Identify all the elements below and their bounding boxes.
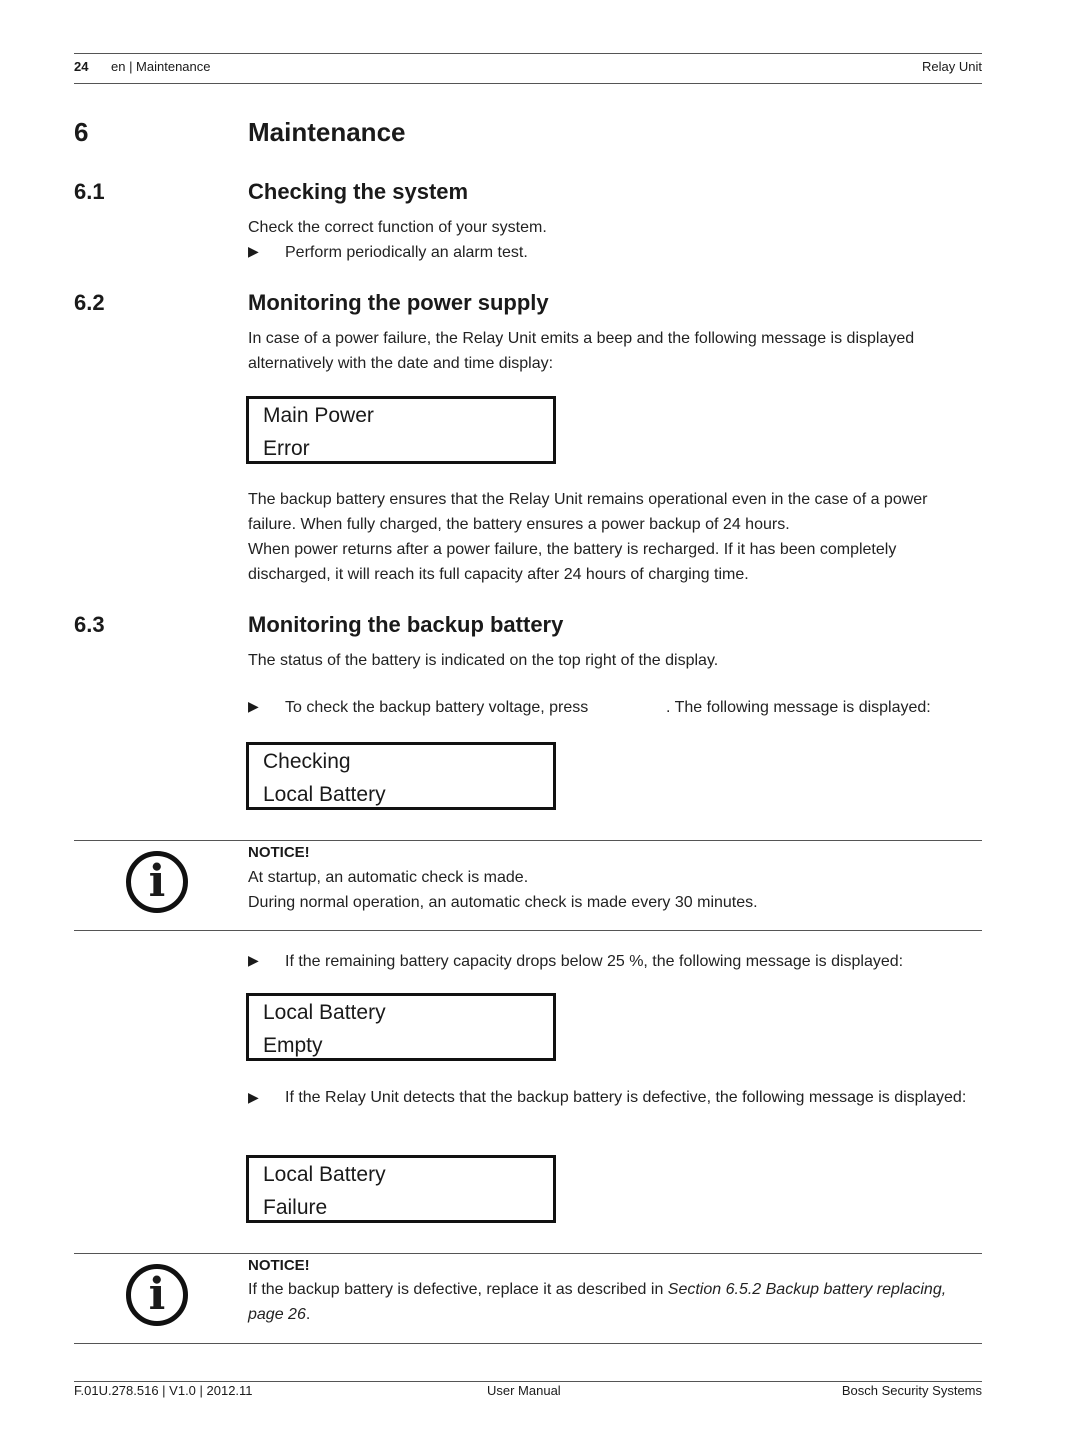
footer-doc-id: F.01U.278.516 | V1.0 | 2012.11 — [74, 1383, 253, 1398]
footer-rule — [74, 1381, 982, 1382]
section-title-6-1: Checking the system — [248, 179, 469, 204]
notice-2-text-after: . — [305, 1306, 311, 1323]
section-6-1-bullet: Perform periodically an alarm test. — [285, 244, 528, 261]
section-6-3-bullet-1-before: To check the backup battery voltage, pre… — [285, 699, 589, 716]
section-6-2-paragraph-2b: When power returns after a power failure… — [248, 541, 897, 583]
notice-2-bottom-rule — [74, 1343, 982, 1344]
section-6-2-paragraph-1: In case of a power failure, the Relay Un… — [248, 330, 915, 372]
lcd-line-2: Error — [263, 437, 310, 460]
lcd-display-local-battery-empty: Local Battery Empty — [246, 993, 556, 1061]
header-top-rule — [74, 53, 982, 54]
section-6-3-paragraph: The status of the battery is indicated o… — [248, 652, 719, 669]
lcd-line-1: Local Battery — [263, 1001, 386, 1024]
lcd-display-checking-local-battery: Checking Local Battery — [246, 742, 556, 810]
lcd-line-1: Checking — [263, 750, 351, 773]
section-6-3-bullet-1-after: . The following message is displayed: — [666, 699, 931, 716]
triangle-right-icon: ▶ — [248, 1089, 259, 1105]
section-number-6-2: 6.2 — [74, 290, 105, 315]
triangle-right-icon: ▶ — [248, 698, 259, 714]
notice-1-bottom-rule — [74, 930, 982, 931]
lcd-line-1: Local Battery — [263, 1163, 386, 1186]
section-6-2-paragraph-2a: The backup battery ensures that the Rela… — [248, 491, 928, 533]
lcd-line-2: Local Battery — [263, 783, 386, 806]
notice-2-title: NOTICE! — [248, 1257, 310, 1274]
notice-2-top-rule — [74, 1253, 982, 1254]
section-number-6-1: 6.1 — [74, 179, 105, 204]
chapter-number: 6 — [74, 117, 89, 147]
chapter-title: Maintenance — [248, 117, 406, 147]
section-title-6-3: Monitoring the backup battery — [248, 612, 564, 637]
triangle-right-icon: ▶ — [248, 243, 259, 259]
notice-1-line-2: During normal operation, an automatic ch… — [248, 894, 758, 911]
notice-1-top-rule — [74, 840, 982, 841]
triangle-right-icon: ▶ — [248, 952, 259, 968]
section-6-3-bullet-3: If the Relay Unit detects that the backu… — [285, 1089, 967, 1106]
section-number-6-3: 6.3 — [74, 612, 105, 637]
lcd-display-main-power-error: Main Power Error — [246, 396, 556, 464]
section-6-3-bullet-2: If the remaining battery capacity drops … — [285, 953, 904, 970]
header-bottom-rule — [74, 83, 982, 84]
section-6-1-paragraph: Check the correct function of your syste… — [248, 219, 547, 236]
notice-2-text-before: If the backup battery is defective, repl… — [248, 1281, 668, 1298]
footer-doc-type: User Manual — [487, 1383, 561, 1398]
lcd-line-1: Main Power — [263, 404, 374, 427]
notice-1-title: NOTICE! — [248, 844, 310, 861]
lcd-display-local-battery-failure: Local Battery Failure — [246, 1155, 556, 1223]
section-title-6-2: Monitoring the power supply — [248, 290, 549, 315]
header-section-path: en | Maintenance — [111, 59, 211, 74]
lcd-line-2: Empty — [263, 1034, 323, 1057]
header-product: Relay Unit — [922, 59, 982, 74]
notice-1-line-1: At startup, an automatic check is made. — [248, 869, 529, 886]
page-number: 24 — [74, 59, 89, 74]
notice-2-text: If the backup battery is defective, repl… — [248, 1277, 968, 1327]
footer-company: Bosch Security Systems — [841, 1383, 982, 1398]
lcd-line-2: Failure — [263, 1196, 328, 1219]
info-icon: i — [126, 851, 188, 913]
info-icon: i — [126, 1264, 188, 1326]
